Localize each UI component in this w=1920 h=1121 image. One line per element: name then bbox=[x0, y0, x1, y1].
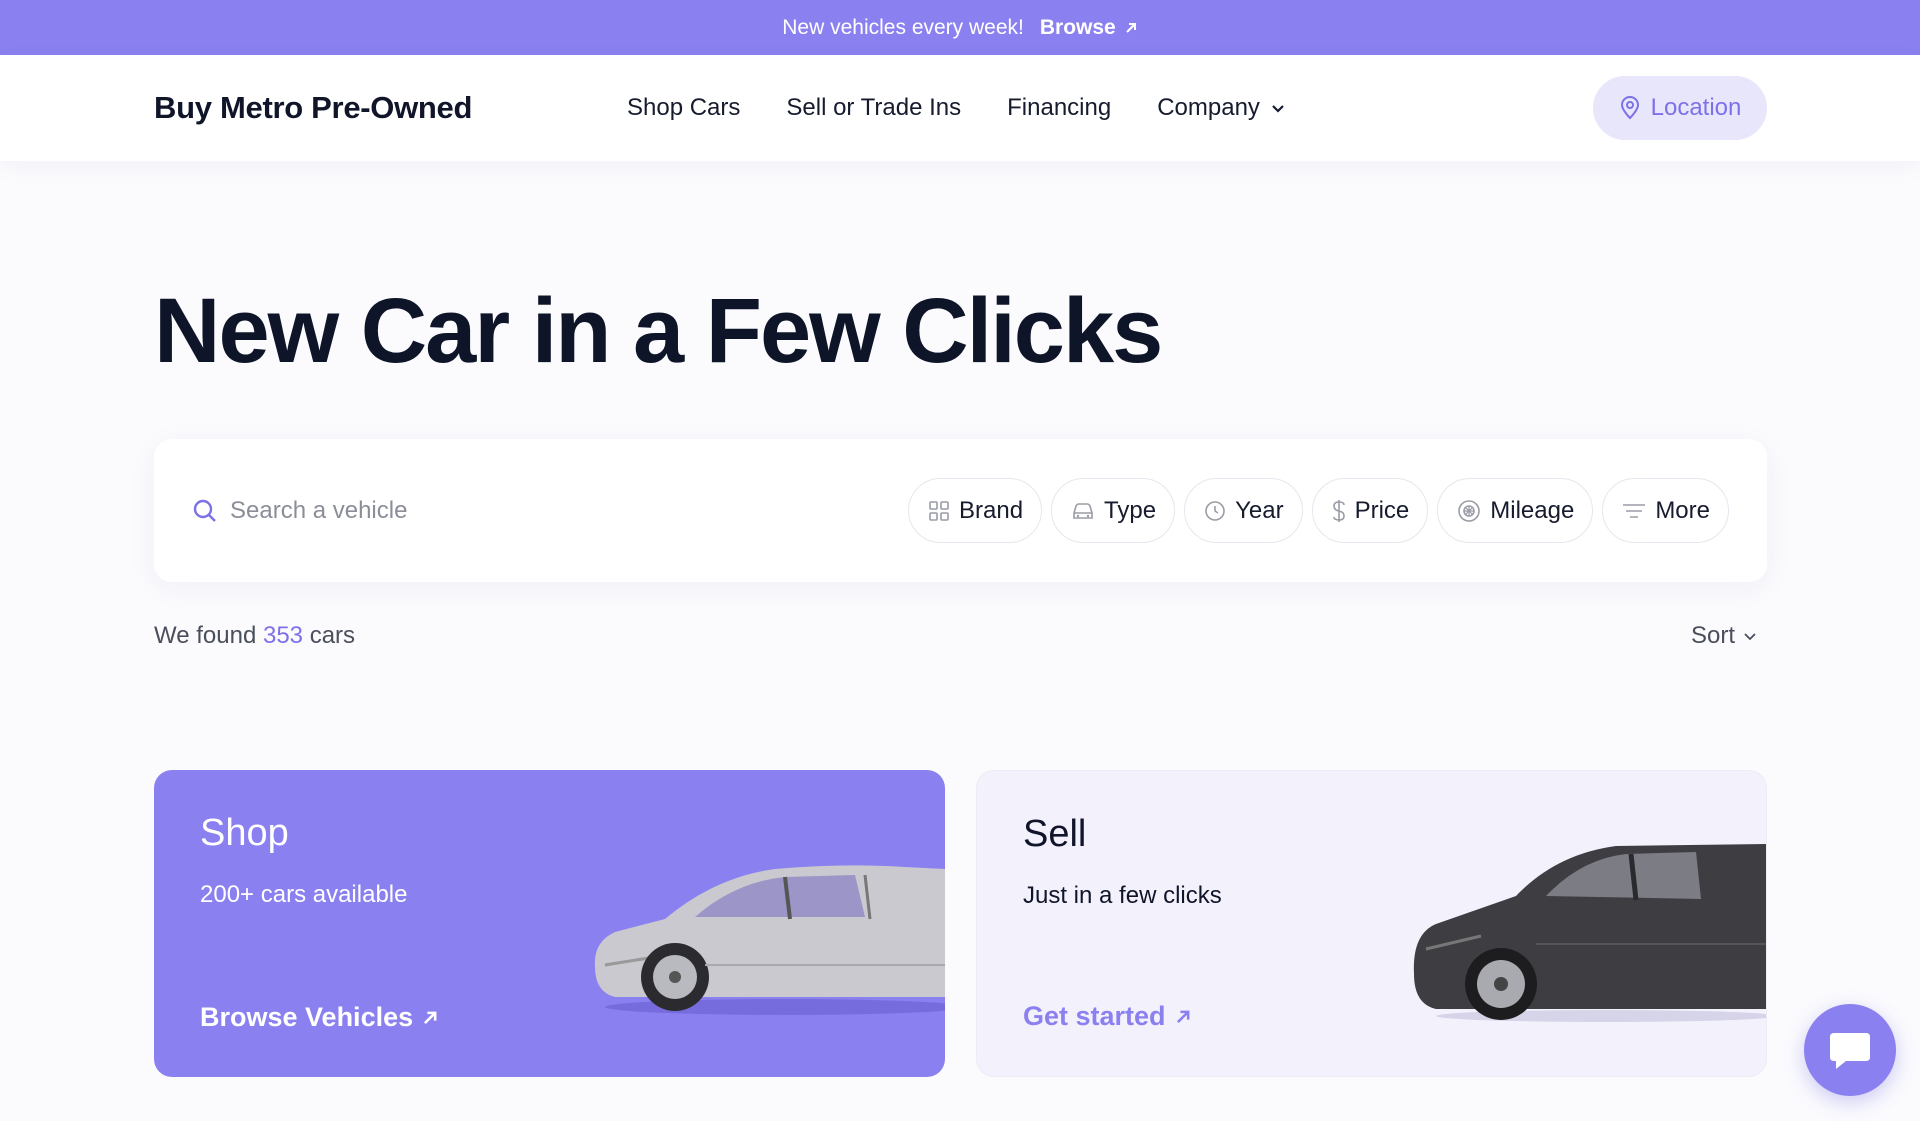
nav-label: Sell or Trade Ins bbox=[786, 94, 962, 121]
browse-vehicles-link[interactable]: Browse Vehicles bbox=[200, 1002, 439, 1033]
main-nav: Shop Cars Sell or Trade Ins Financing Co… bbox=[627, 94, 1286, 122]
nav-label: Shop Cars bbox=[627, 94, 741, 121]
chip-label: Year bbox=[1235, 496, 1284, 524]
filter-type[interactable]: Type bbox=[1051, 478, 1176, 543]
page-title: New Car in a Few Clicks bbox=[154, 280, 1163, 382]
site-header: Buy Metro Pre-Owned Shop Cars Sell or Tr… bbox=[0, 55, 1920, 161]
chip-label: Price bbox=[1354, 496, 1410, 524]
filter-lines-icon bbox=[1623, 503, 1646, 518]
clock-icon bbox=[1205, 500, 1225, 521]
nav-sell-trade[interactable]: Sell or Trade Ins bbox=[786, 94, 961, 122]
location-button[interactable]: Location bbox=[1593, 76, 1767, 140]
search-input[interactable] bbox=[230, 496, 630, 525]
filter-brand[interactable]: Brand bbox=[908, 478, 1043, 543]
chip-label: Brand bbox=[959, 496, 1024, 524]
browse-link-label: Browse bbox=[1039, 15, 1116, 39]
dollar-icon bbox=[1332, 499, 1345, 522]
hero-section: New Car in a Few Clicks Brand Type Year … bbox=[0, 285, 1920, 1077]
filter-mileage[interactable]: Mileage bbox=[1437, 478, 1594, 543]
nav-company[interactable]: Company bbox=[1157, 94, 1286, 122]
announcement-text: New vehicles every week! bbox=[782, 15, 1024, 39]
announcement-bar: New vehicles every week! Browse bbox=[0, 0, 1920, 55]
wheel-icon bbox=[1458, 499, 1481, 522]
chevron-down-icon bbox=[1272, 105, 1284, 113]
browse-vehicles-label: Browse Vehicles bbox=[200, 1002, 414, 1032]
filter-price[interactable]: Price bbox=[1311, 478, 1429, 543]
nav-shop-cars[interactable]: Shop Cars bbox=[627, 94, 740, 122]
chevron-down-icon bbox=[1744, 633, 1756, 641]
chip-label: More bbox=[1655, 496, 1710, 524]
brand-logo[interactable]: Buy Metro Pre-Owned bbox=[154, 90, 472, 126]
filter-more[interactable]: More bbox=[1602, 478, 1729, 543]
chat-button[interactable] bbox=[1804, 1004, 1896, 1096]
silver-sedan-image bbox=[594, 865, 945, 1015]
arrow-up-right-icon bbox=[1176, 1010, 1189, 1023]
search-card: Brand Type Year Price Mileage More bbox=[154, 439, 1767, 582]
chip-label: Type bbox=[1104, 496, 1157, 524]
sort-dropdown[interactable]: Sort bbox=[1691, 622, 1757, 650]
results-number: 353 bbox=[262, 622, 304, 649]
grid-icon bbox=[929, 500, 949, 521]
arrow-up-right-icon bbox=[1126, 22, 1136, 33]
get-started-label: Get started bbox=[1023, 1001, 1166, 1031]
shop-card[interactable]: Shop 200+ cars available Browse Vehicles bbox=[154, 770, 945, 1077]
car-icon bbox=[1073, 502, 1093, 519]
sell-card[interactable]: Sell Just in a few clicks Get started bbox=[976, 770, 1767, 1077]
nav-financing[interactable]: Financing bbox=[1007, 94, 1111, 122]
location-label: Location bbox=[1650, 94, 1742, 121]
filter-year[interactable]: Year bbox=[1184, 478, 1303, 543]
filter-chips: Brand Type Year Price Mileage More bbox=[908, 478, 1729, 543]
search-icon bbox=[193, 499, 216, 522]
action-cards: Shop 200+ cars available Browse Vehicles… bbox=[154, 770, 1767, 1077]
search-box bbox=[192, 496, 908, 525]
get-started-link[interactable]: Get started bbox=[1023, 1001, 1192, 1032]
dark-suv-image bbox=[1413, 844, 1766, 1022]
nav-label: Financing bbox=[1007, 94, 1112, 121]
results-count: We found 353 cars bbox=[154, 622, 355, 650]
nav-label: Company bbox=[1157, 94, 1260, 121]
sort-label: Sort bbox=[1690, 622, 1735, 649]
results-bar: We found 353 cars Sort bbox=[154, 622, 1767, 650]
results-prefix: We found bbox=[154, 622, 257, 649]
chip-label: Mileage bbox=[1490, 496, 1575, 524]
arrow-up-right-icon bbox=[424, 1011, 437, 1024]
announcement-browse-link[interactable]: Browse bbox=[1040, 16, 1138, 40]
chat-bubble-icon bbox=[1830, 1033, 1870, 1069]
map-pin-icon bbox=[1620, 96, 1639, 120]
results-suffix: cars bbox=[309, 622, 356, 649]
